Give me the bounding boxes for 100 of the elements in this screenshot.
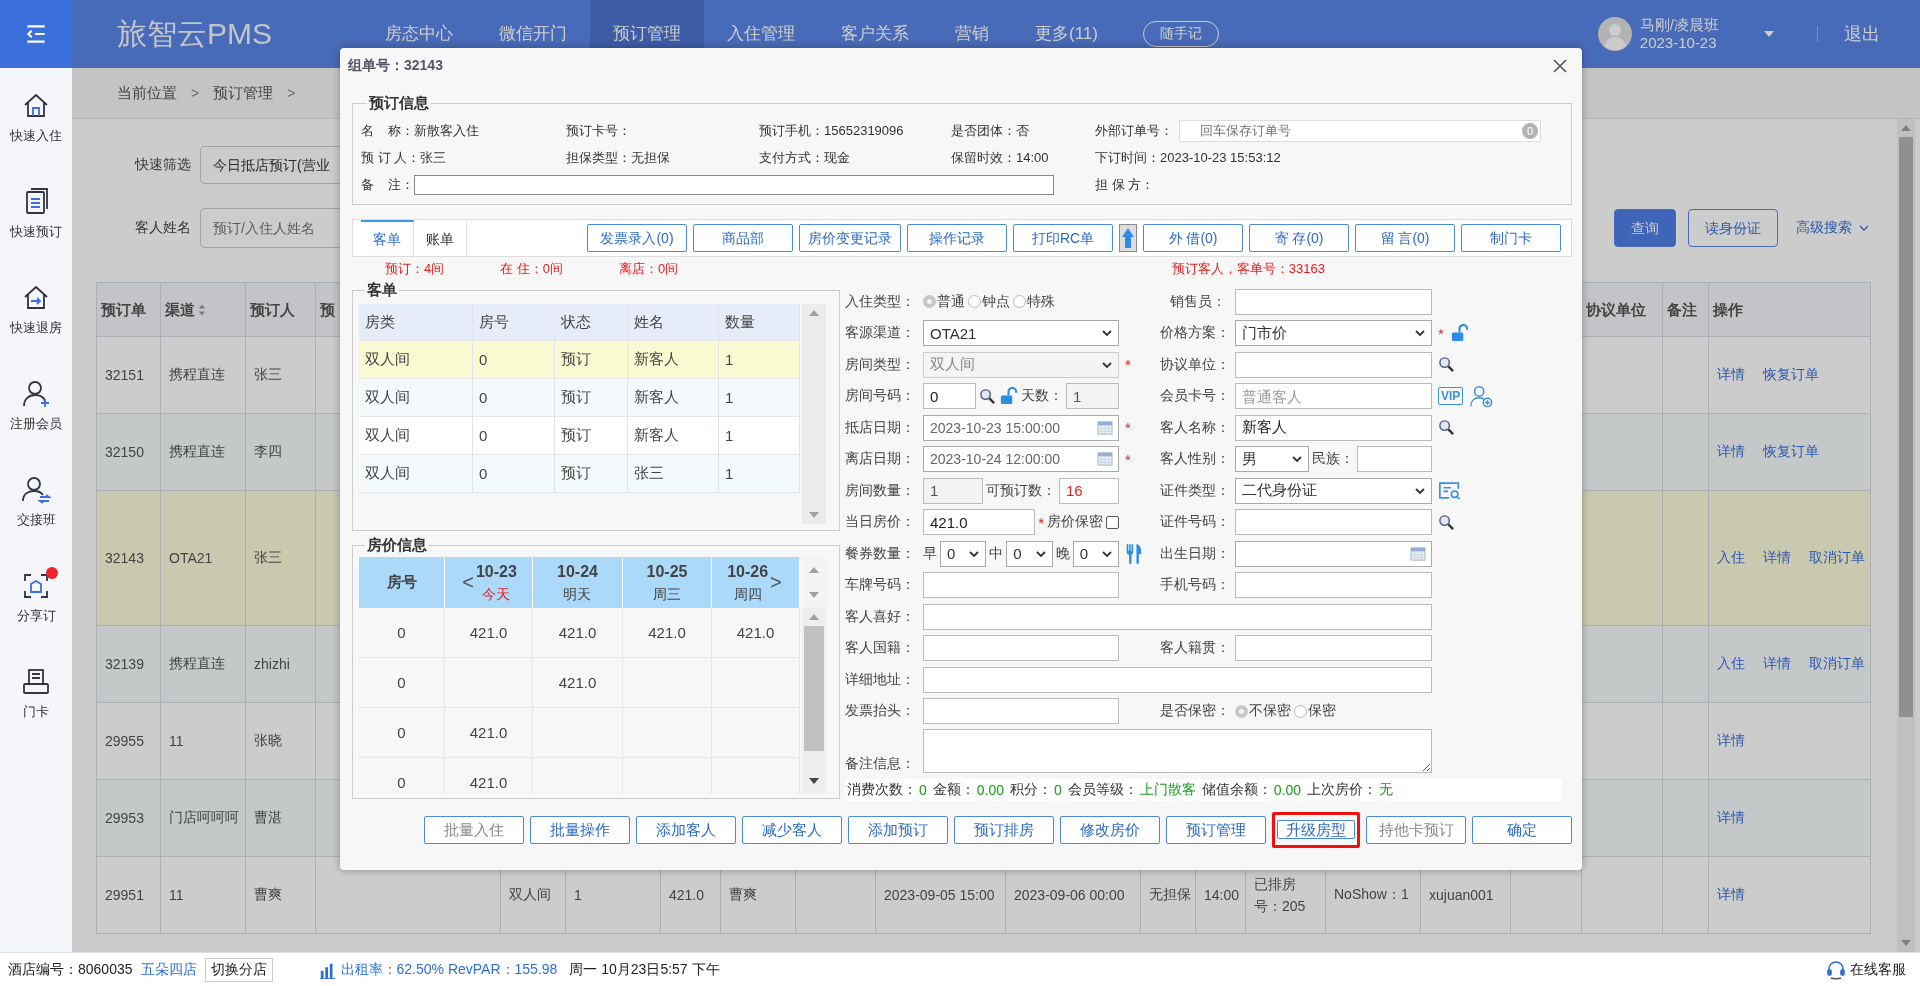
day-label: 周四 <box>733 584 762 604</box>
stat-value: 0.00 <box>1273 782 1302 798</box>
column-header: 预订人 <box>250 300 295 318</box>
table-cell: 32139 <box>96 625 161 703</box>
table-cell: 张三 <box>245 336 316 414</box>
table-cell: 421.0 <box>445 758 533 794</box>
summary-text: 预订：4间 <box>385 260 445 278</box>
field-label: 天数： <box>1021 387 1063 406</box>
info-label: 担 保 方： <box>1095 175 1155 194</box>
field-label: 客人籍贯： <box>1160 639 1226 658</box>
field-label: 会员卡号： <box>1160 387 1226 406</box>
table-cell: 预订 <box>555 379 628 416</box>
column-header: 操作 <box>1713 300 1743 318</box>
info-label: 担保类型： <box>566 148 631 167</box>
day-label: 今天 <box>482 584 511 604</box>
table-cell: 0 <box>359 708 445 757</box>
field-label: 入住类型： <box>845 292 916 311</box>
field-label: 抵店日期： <box>845 418 916 437</box>
table-cell: 421.0 <box>623 608 712 657</box>
field-label: 协议单位： <box>1160 355 1226 374</box>
table-cell: 421.0 <box>445 608 533 657</box>
field-label: 房间类型： <box>845 355 916 374</box>
info-value: 否 <box>1016 121 1029 140</box>
info-value: 无担保 <box>631 148 670 167</box>
column-header: 房号 <box>473 304 555 340</box>
table-cell: 预订 <box>555 455 628 492</box>
required-mark: * <box>1125 450 1131 468</box>
field-label: 发票抬头： <box>845 702 916 721</box>
column-header: 预订单 <box>101 300 146 318</box>
table-cell: 李四 <box>245 413 316 491</box>
field-label: 客人名称： <box>1160 418 1226 437</box>
table-cell: 32143 <box>96 490 161 626</box>
table-cell: 421.0 <box>533 608 623 657</box>
filter-label: 客人姓名 <box>135 219 192 237</box>
summary-text: 在 住：0间 <box>500 260 564 278</box>
table-cell: 0 <box>359 658 445 707</box>
column-header: 房类 <box>359 304 473 340</box>
dialog-title: 组单号：32143 <box>348 57 443 75</box>
required-mark: * <box>1125 356 1131 374</box>
table-cell: 1 <box>719 455 800 492</box>
table-cell: 新客人 <box>628 379 719 416</box>
breadcrumb-separator: > <box>191 85 200 101</box>
column-header: 数量 <box>719 304 800 340</box>
filter-label: 快速筛选 <box>135 156 192 174</box>
stat-label: 金额： <box>932 781 975 799</box>
table-cell: 双人间 <box>359 379 473 416</box>
datetime-text: 周一 10月23日5:57 下午 <box>569 960 720 979</box>
field-label: 房间数量： <box>845 481 916 500</box>
column-header: 状态 <box>555 304 628 340</box>
table-cell: 张三 <box>628 455 719 492</box>
table-cell: 新客人 <box>628 341 719 378</box>
field-label: 是否保密： <box>1160 702 1226 721</box>
occupancy-text: 出租率：62.50% RevPAR：155.98 <box>340 960 558 979</box>
required-mark: * <box>1038 513 1044 531</box>
table-cell: 双人间 <box>359 417 473 454</box>
field-label: 房价保密 <box>1047 513 1103 532</box>
info-label: 预订手机： <box>759 121 824 140</box>
column-header: 协议单位 <box>1586 300 1646 318</box>
stat-value: 上门散客 <box>1139 781 1196 799</box>
info-value: 14:00 <box>1016 150 1049 165</box>
table-cell: 0 <box>473 455 555 492</box>
field-label: 车牌号码： <box>845 576 916 595</box>
date-label: 10-26 <box>727 561 769 582</box>
table-cell: 携程直连 <box>160 413 246 491</box>
required-mark: * <box>1125 419 1131 437</box>
table-cell: 预订 <box>555 417 628 454</box>
table-cell: 0 <box>473 379 555 416</box>
stat-value: 0 <box>1054 782 1062 798</box>
table-cell: 双人间 <box>359 341 473 378</box>
field-label: 备注信息： <box>845 755 916 773</box>
table-cell: 双人间 <box>359 455 473 492</box>
table-cell: 29955 <box>96 702 161 780</box>
field-label: 客人国籍： <box>845 639 916 658</box>
table-cell: 32151 <box>96 336 161 414</box>
stat-label: 积分： <box>1010 781 1053 799</box>
table-cell: 门店呵呵呵 <box>160 779 246 857</box>
field-label: 证件类型： <box>1160 481 1226 500</box>
field-label: 价格方案： <box>1160 324 1226 343</box>
table-cell: 预订 <box>555 341 628 378</box>
info-label: 下订时间： <box>1095 148 1160 167</box>
field-label: 中 <box>989 544 1004 563</box>
table-cell: 曹爽 <box>245 856 316 934</box>
table-cell: 11 <box>160 856 246 934</box>
date-label: 10-25 <box>646 561 688 582</box>
field-label: 手机号码： <box>1160 576 1226 595</box>
section-title: 预订信息 <box>368 94 430 113</box>
table-cell: 421.0 <box>533 658 623 707</box>
info-value: 现金 <box>824 148 850 167</box>
hotel-code: 酒店编号：8060035 <box>8 960 133 979</box>
table-cell: 11 <box>160 702 246 780</box>
table-cell: zhizhi <box>245 625 316 703</box>
user-name: 马刚/凌晨班 <box>1639 16 1719 34</box>
stat-label: 会员等级： <box>1067 781 1138 799</box>
info-label: 是否团体： <box>951 121 1016 140</box>
stat-value: 0.00 <box>976 782 1005 798</box>
table-cell: 张三 <box>245 490 316 626</box>
field-label: 晚 <box>1055 544 1070 563</box>
table-cell: 421.0 <box>445 708 533 757</box>
info-value: 张三 <box>420 148 447 167</box>
breadcrumb-separator: > <box>287 85 296 101</box>
